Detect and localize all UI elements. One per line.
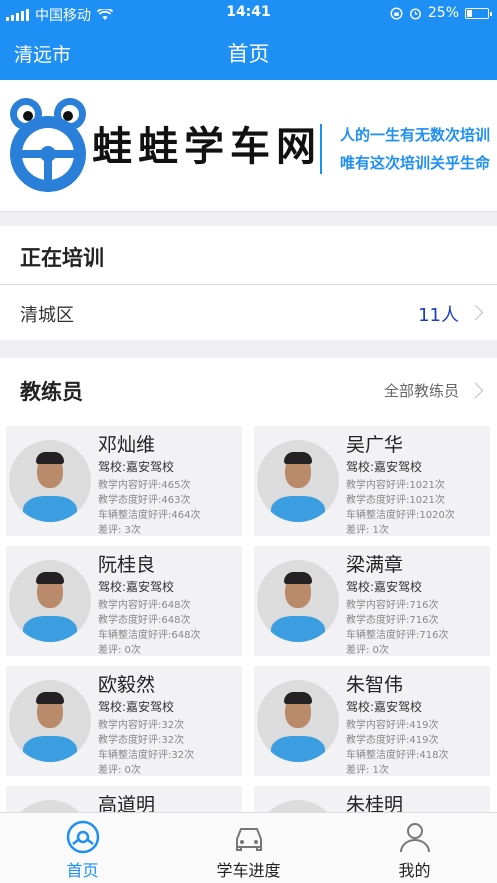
frog-logo-icon: [10, 98, 86, 192]
nav-bar: 清远市 首页: [0, 26, 497, 80]
trainee-count: 11人: [418, 305, 459, 326]
coach-stat: 教学态度好评:648次: [98, 615, 191, 626]
coach-card[interactable]: 吴广华驾校:嘉安驾校教学内容好评:1021次 教学态度好评:1021次 车辆整洁度好…: [254, 426, 490, 536]
brand-name: 蛙蛙学车网: [92, 123, 322, 170]
coach-stat: 差评: 1次: [346, 525, 389, 536]
slogan-line-1: 人的一生有无数次培训: [340, 126, 491, 144]
coach-avatar: [257, 680, 339, 762]
coach-avatar: [9, 440, 91, 522]
tab-mine[interactable]: 我的: [332, 813, 497, 883]
coach-stat: 车辆整洁度好评:32次: [98, 750, 195, 761]
coach-school: 驾校:嘉安驾校: [98, 460, 175, 474]
coach-stat: 教学内容好评:716次: [346, 600, 439, 611]
brand-banner: 蛙蛙学车网 人的一生有无数次培训 唯有这次培训关乎生命: [0, 80, 497, 212]
battery-percent: 25%: [427, 5, 459, 21]
coach-stat: 教学内容好评:419次: [346, 720, 439, 731]
coach-name: 朱桂明: [346, 794, 404, 812]
tab-label: 我的: [398, 861, 431, 880]
coach-name: 高道明: [98, 794, 156, 812]
battery-icon: [465, 7, 492, 19]
coach-school: 驾校:嘉安驾校: [98, 580, 175, 594]
coach-school: 驾校:嘉安驾校: [346, 460, 423, 474]
coach-stat: 教学态度好评:419次: [346, 735, 439, 746]
chevron-right-icon: [467, 304, 484, 321]
coach-avatar: [257, 800, 339, 812]
coach-stat: 差评: 0次: [346, 645, 389, 656]
coach-stat: 教学内容好评:1021次: [346, 480, 445, 491]
slogan-line-2: 唯有这次培训关乎生命: [340, 154, 491, 172]
all-coaches-link[interactable]: 全部教练员: [347, 372, 497, 408]
coach-stat: 教学态度好评:32次: [98, 735, 185, 746]
coach-stat: 差评: 0次: [98, 765, 141, 776]
chevron-right-icon: [467, 382, 484, 399]
coach-card[interactable]: 阮桂良驾校:嘉安驾校教学内容好评:648次 教学态度好评:648次 车辆整洁度好评:…: [6, 546, 242, 656]
coach-stat: 教学态度好评:716次: [346, 615, 439, 626]
coach-school: 驾校:嘉安驾校: [98, 700, 175, 714]
coach-card[interactable]: 邓灿维驾校:嘉安驾校教学内容好评:465次 教学态度好评:463次 车辆整洁度好评:…: [6, 426, 242, 536]
coach-card[interactable]: 梁满章驾校:嘉安驾校教学内容好评:716次 教学态度好评:716次 车辆整洁度好评:…: [254, 546, 490, 656]
coach-school: 驾校:嘉安驾校: [346, 700, 423, 714]
coach-stat: 车辆整洁度好评:464次: [98, 510, 201, 521]
tab-home[interactable]: 首页: [0, 813, 165, 883]
district-label: 清城区: [20, 305, 74, 326]
coach-card[interactable]: 朱智伟驾校:嘉安驾校教学内容好评:419次 教学态度好评:419次 车辆整洁度好评:…: [254, 666, 490, 776]
tab-label: 首页: [66, 861, 99, 880]
coach-stat: 差评: 1次: [346, 765, 389, 776]
page-title: 首页: [227, 42, 270, 66]
coach-school: 驾校:嘉安驾校: [346, 580, 423, 594]
coach-name: 梁满章: [346, 554, 404, 576]
training-title: 正在培训: [20, 246, 104, 270]
coach-card[interactable]: 高道明: [6, 786, 242, 812]
coach-avatar: [257, 440, 339, 522]
coach-stat: 教学内容好评:465次: [98, 480, 191, 491]
coach-stat: 教学态度好评:1021次: [346, 495, 445, 506]
coach-card[interactable]: 朱桂明: [254, 786, 490, 812]
steering-wheel-icon: [66, 820, 100, 854]
rotation-lock-icon: [390, 6, 403, 20]
coaches-section: 教练员 全部教练员 邓灿维 驾校:嘉安驾校 教学内容好评:465次 教学态度好评:46…: [0, 358, 497, 812]
coach-stat: 教学内容好评:648次: [98, 600, 191, 611]
coach-avatar: [9, 680, 91, 762]
coach-stat: 差评: 0次: [98, 645, 141, 656]
coach-avatar: [9, 800, 91, 812]
coach-card[interactable]: 欧毅然驾校:嘉安驾校 教学内容好评:32次 教学态度好评:32次 车辆整洁度好评:32…: [6, 666, 242, 776]
status-bar: 中国移动 14:41 25%: [0, 0, 497, 26]
coach-stat: 车辆整洁度好评:716次: [346, 630, 449, 641]
person-icon: [400, 823, 430, 853]
coach-stat: 车辆整洁度好评:648次: [98, 630, 201, 641]
coach-stat: 教学内容好评:32次: [98, 720, 185, 731]
coach-stat: 差评: 3次: [98, 525, 141, 536]
coach-name: 朱智伟: [346, 674, 404, 696]
coach-avatar: [9, 560, 91, 642]
coaches-title: 教练员: [20, 380, 83, 404]
coach-stat: 教学态度好评:463次: [98, 495, 191, 506]
coach-name: 邓灿维: [98, 434, 156, 456]
tab-label: 学车进度: [216, 861, 281, 880]
car-icon: [236, 828, 262, 851]
alarm-icon: [409, 7, 421, 20]
tab-progress[interactable]: 学车进度: [166, 813, 331, 883]
training-row[interactable]: 清城区 11人: [0, 285, 497, 340]
banner-divider: [320, 124, 322, 174]
tab-bar: 首页 学车进度 我的: [0, 812, 497, 883]
coach-name: 阮桂良: [98, 554, 156, 576]
coach-stat: 车辆整洁度好评:418次: [346, 750, 449, 761]
coach-name: 吴广华: [346, 434, 404, 456]
coach-stat: 车辆整洁度好评:1020次: [346, 510, 455, 521]
all-coaches-label: 全部教练员: [383, 382, 459, 400]
training-section: 正在培训 清城区 11人: [0, 226, 497, 340]
coach-name: 欧毅然: [98, 674, 156, 696]
coach-avatar: [257, 560, 339, 642]
